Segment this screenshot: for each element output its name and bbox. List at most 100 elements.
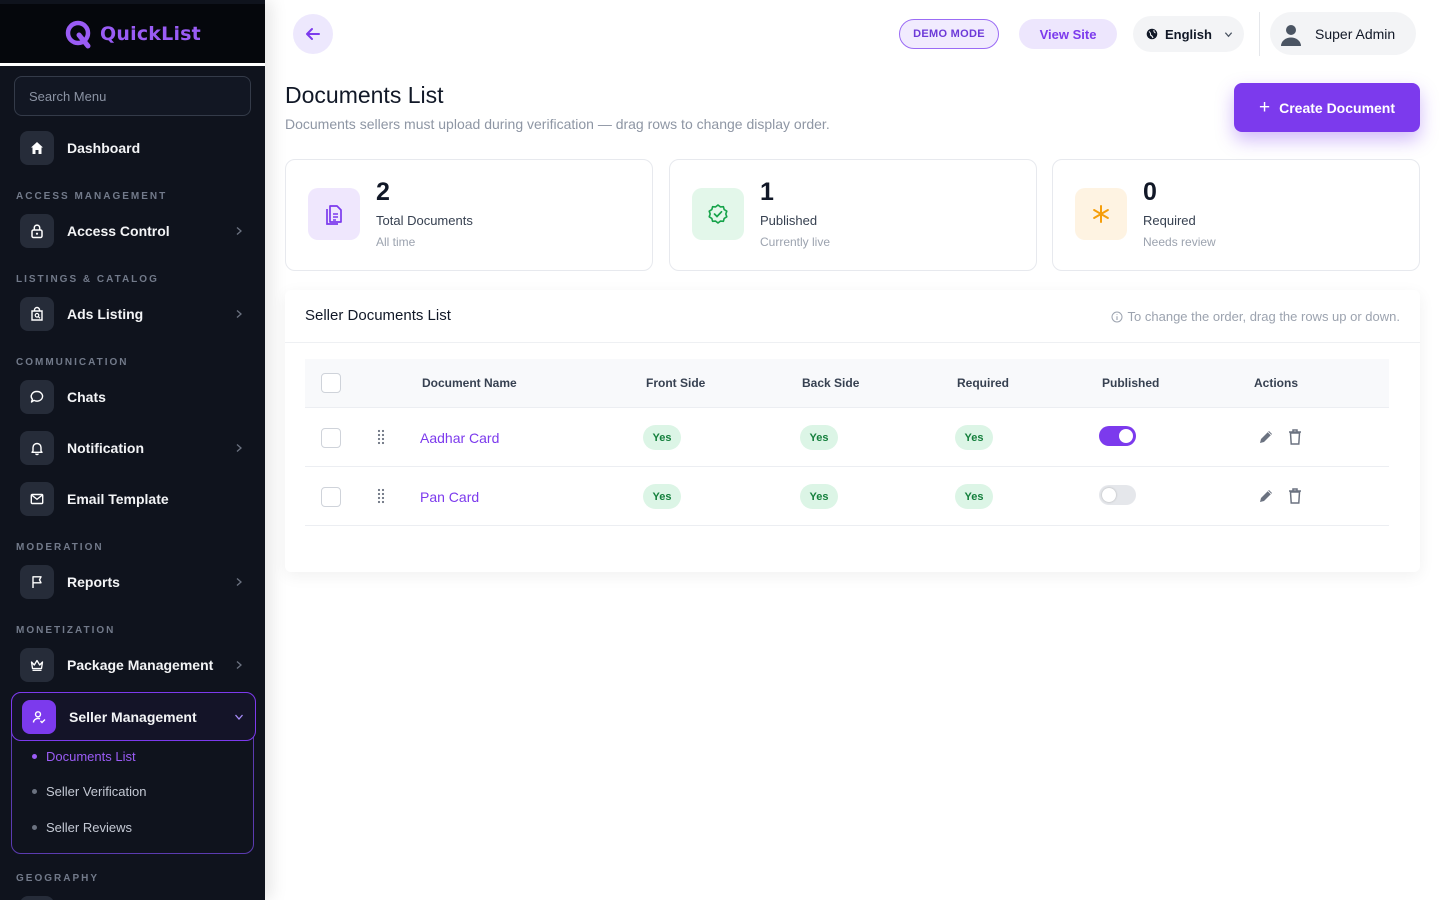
section-communication: COMMUNICATION bbox=[16, 357, 129, 368]
globe-icon bbox=[1146, 28, 1158, 40]
sidebar-item-label: Package Management bbox=[67, 657, 214, 673]
stat-hint: Needs review bbox=[1143, 235, 1216, 249]
create-document-label: Create Document bbox=[1279, 99, 1396, 116]
crown-icon bbox=[20, 648, 54, 682]
seller-documents-card: Seller Documents List To change the orde… bbox=[285, 290, 1420, 572]
page-subtitle: Documents sellers must upload during ver… bbox=[285, 116, 830, 132]
bullet-icon bbox=[32, 825, 37, 830]
sidebar-subitem-label: Seller Verification bbox=[46, 784, 147, 799]
table-row[interactable]: Pan Card Yes Yes Yes bbox=[305, 467, 1389, 526]
sidebar-item-reports[interactable]: Reports bbox=[20, 565, 252, 599]
sidebar-subitem-documents-list[interactable]: Documents List bbox=[32, 749, 136, 764]
stat-label: Published bbox=[760, 213, 818, 228]
sidebar-subitem-seller-verification[interactable]: Seller Verification bbox=[32, 784, 146, 799]
column-header-actions: Actions bbox=[1254, 376, 1299, 390]
view-site-button[interactable]: View Site bbox=[1019, 19, 1117, 49]
sidebar-item-geography-partial[interactable] bbox=[20, 896, 252, 900]
home-icon bbox=[20, 131, 54, 165]
sidebar-subitem-seller-reviews[interactable]: Seller Reviews bbox=[32, 820, 132, 835]
chevron-right-icon bbox=[236, 310, 242, 318]
stat-card-total-documents: 2 Total Documents All time bbox=[285, 159, 653, 271]
sidebar-item-label: Chats bbox=[67, 389, 106, 405]
stat-value: 1 bbox=[760, 178, 774, 206]
stat-label: Required bbox=[1143, 213, 1196, 228]
chevron-down-icon bbox=[235, 714, 243, 720]
app-name: QuickList bbox=[100, 22, 201, 45]
drag-handle-icon[interactable] bbox=[377, 488, 385, 504]
stat-hint: Currently live bbox=[760, 235, 831, 249]
create-document-button[interactable]: + Create Document bbox=[1234, 83, 1420, 132]
back-side-badge: Yes bbox=[800, 425, 838, 450]
required-badge: Yes bbox=[955, 425, 993, 450]
chat-bubble-icon bbox=[20, 380, 54, 414]
search-menu-input[interactable] bbox=[14, 76, 251, 116]
sidebar-item-label: Dashboard bbox=[67, 140, 141, 156]
user-check-icon bbox=[22, 699, 56, 734]
stat-label: Total Documents bbox=[376, 213, 473, 228]
published-toggle[interactable] bbox=[1099, 426, 1136, 446]
sidebar-item-seller-management[interactable]: Seller Management bbox=[11, 692, 256, 741]
lock-icon bbox=[20, 214, 54, 248]
select-all-checkbox[interactable] bbox=[321, 373, 341, 393]
document-icon bbox=[308, 188, 360, 240]
bullet-icon bbox=[32, 789, 37, 794]
document-name-link[interactable]: Aadhar Card bbox=[420, 430, 499, 446]
bell-icon bbox=[20, 431, 54, 465]
stat-value: 0 bbox=[1143, 178, 1157, 206]
sidebar-item-label: Email Template bbox=[67, 491, 169, 507]
sidebar-item-label: Access Control bbox=[67, 223, 170, 239]
column-header-published[interactable]: Published bbox=[1102, 376, 1159, 390]
section-access-management: ACCESS MANAGEMENT bbox=[16, 191, 168, 202]
delete-trash-icon[interactable] bbox=[1287, 487, 1303, 505]
back-button[interactable] bbox=[293, 14, 333, 54]
back-side-badge: Yes bbox=[800, 484, 838, 509]
row-checkbox[interactable] bbox=[321, 428, 341, 448]
logo[interactable]: QuickList bbox=[0, 4, 265, 66]
sidebar-item-ads-listing[interactable]: Ads Listing bbox=[20, 297, 252, 331]
sidebar-item-notification[interactable]: Notification bbox=[20, 431, 252, 465]
delete-trash-icon[interactable] bbox=[1287, 428, 1303, 446]
user-name: Super Admin bbox=[1315, 25, 1396, 42]
page-title: Documents List bbox=[285, 82, 444, 108]
sidebar-item-chats[interactable]: Chats bbox=[20, 380, 252, 414]
demo-mode-badge: DEMO MODE bbox=[899, 19, 999, 49]
table-row[interactable]: Aadhar Card Yes Yes Yes bbox=[305, 408, 1389, 467]
section-monetization: MONETIZATION bbox=[16, 625, 116, 636]
sidebar-item-package-management[interactable]: Package Management bbox=[20, 648, 252, 682]
drag-handle-icon[interactable] bbox=[377, 429, 385, 445]
column-header-required[interactable]: Required bbox=[957, 376, 1009, 390]
asterisk-icon bbox=[1075, 188, 1127, 240]
column-header-front-side[interactable]: Front Side bbox=[646, 376, 705, 390]
seller-management-group: Seller Management Documents List Seller … bbox=[11, 692, 256, 854]
plus-icon: + bbox=[1258, 97, 1271, 118]
chevron-right-icon bbox=[236, 444, 242, 452]
edit-pencil-icon[interactable] bbox=[1257, 487, 1275, 505]
user-menu[interactable]: Super Admin bbox=[1270, 12, 1416, 55]
sidebar-item-access-control[interactable]: Access Control bbox=[20, 214, 252, 248]
document-name-link[interactable]: Pan Card bbox=[420, 489, 479, 505]
drag-hint: To change the order, drag the rows up or… bbox=[1111, 309, 1400, 324]
column-header-back-side[interactable]: Back Side bbox=[802, 376, 859, 390]
drag-hint-text: To change the order, drag the rows up or… bbox=[1127, 309, 1400, 324]
table-header: Document Name Front Side Back Side Requi… bbox=[305, 359, 1389, 408]
sidebar-item-dashboard[interactable]: Dashboard bbox=[20, 131, 252, 165]
language-select[interactable]: English bbox=[1133, 16, 1244, 52]
chevron-right-icon bbox=[236, 227, 242, 235]
chevron-right-icon bbox=[236, 578, 242, 586]
sidebar-item-label: Reports bbox=[67, 574, 120, 590]
sidebar-item-email-template[interactable]: Email Template bbox=[20, 482, 252, 516]
row-checkbox[interactable] bbox=[321, 487, 341, 507]
column-header-document-name[interactable]: Document Name bbox=[422, 376, 517, 390]
stat-card-published: 1 Published Currently live bbox=[669, 159, 1037, 271]
published-toggle[interactable] bbox=[1099, 485, 1136, 505]
table-title: Seller Documents List bbox=[305, 307, 451, 324]
divider bbox=[285, 342, 1420, 343]
edit-pencil-icon[interactable] bbox=[1257, 428, 1275, 446]
toggle-knob bbox=[1119, 429, 1133, 443]
toggle-knob bbox=[1102, 488, 1116, 502]
sidebar-subitem-label: Seller Reviews bbox=[46, 820, 132, 835]
shopping-bag-search-icon bbox=[20, 297, 54, 331]
sidebar: QuickList Dashboard ACCESS MANAGEMENT Ac… bbox=[0, 0, 265, 900]
stat-card-required: 0 Required Needs review bbox=[1052, 159, 1420, 271]
divider bbox=[1259, 12, 1260, 56]
